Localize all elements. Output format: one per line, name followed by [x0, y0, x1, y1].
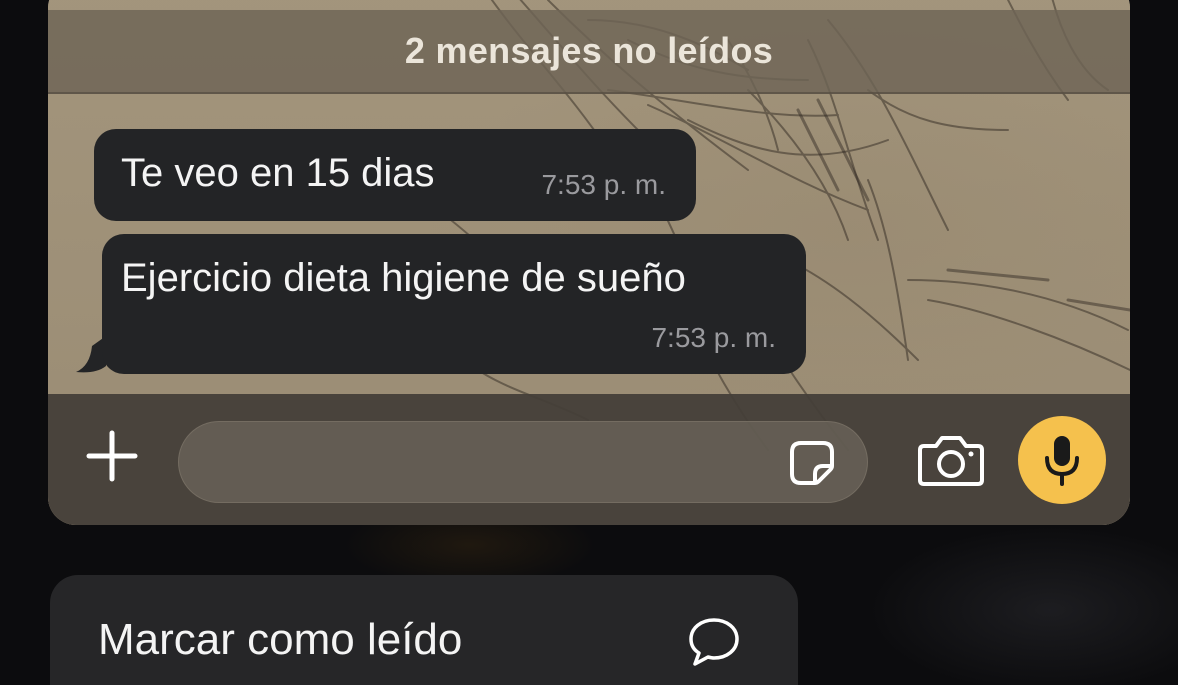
message-time: 7:53 p. m. — [651, 322, 776, 353]
voice-message-button[interactable] — [1018, 416, 1106, 504]
chat-preview: 2 mensajes no leídos Te veo en 15 dias 7… — [48, 0, 1130, 525]
message-text: Ejercicio dieta higiene de sueño — [121, 256, 686, 300]
message-time: 7:53 p. m. — [541, 169, 666, 200]
message-input-field[interactable] — [178, 421, 868, 504]
context-menu: Marcar como leído — [50, 575, 798, 685]
screen: 2 mensajes no leídos Te veo en 15 dias 7… — [0, 0, 1178, 685]
message-bubble[interactable]: Ejercicio dieta higiene de sueño 7:53 p.… — [102, 234, 806, 374]
microphone-icon — [1045, 436, 1079, 486]
message-text: Te veo en 15 dias — [121, 151, 435, 195]
plus-icon — [86, 430, 138, 482]
message-bubble[interactable]: Te veo en 15 dias 7:53 p. m. — [94, 129, 696, 221]
message-composer — [48, 394, 1130, 525]
message-input[interactable] — [203, 422, 767, 504]
attach-button[interactable] — [82, 426, 142, 486]
camera-icon[interactable] — [916, 432, 986, 488]
menu-item-label: Marcar como leído — [98, 615, 463, 664]
chat-bubble-icon — [689, 618, 739, 666]
sticker-icon[interactable] — [787, 438, 837, 488]
unread-messages-banner: 2 mensajes no leídos — [48, 10, 1130, 94]
mark-as-read-menu-item[interactable]: Marcar como leído — [50, 575, 798, 685]
unread-count-label: 2 mensajes no leídos — [404, 30, 774, 71]
